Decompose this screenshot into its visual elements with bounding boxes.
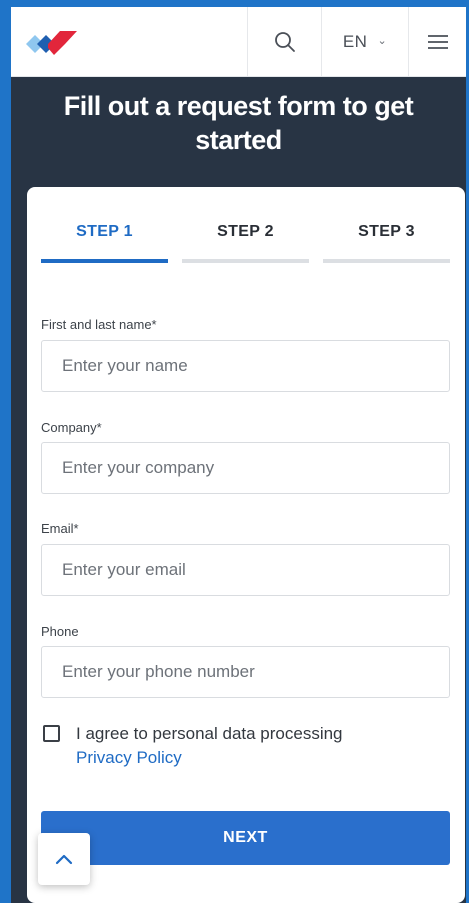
scroll-to-top-button[interactable] xyxy=(38,833,90,885)
name-label: First and last name* xyxy=(41,317,157,332)
language-selector[interactable]: EN ⌄ xyxy=(321,7,408,76)
menu-icon xyxy=(427,34,448,49)
tab-step-3[interactable]: STEP 3 xyxy=(323,223,450,263)
tab-step-3-label: STEP 3 xyxy=(358,223,415,240)
tab-step-1-indicator xyxy=(41,259,168,263)
chevron-down-icon: ⌄ xyxy=(377,35,388,47)
email-field[interactable] xyxy=(41,544,450,596)
chevron-up-icon xyxy=(55,854,73,865)
tab-step-2[interactable]: STEP 2 xyxy=(182,223,309,263)
phone-field[interactable] xyxy=(41,646,450,698)
phone-label: Phone xyxy=(41,624,79,639)
page-title: Fill out a request form to get started xyxy=(11,89,466,157)
page-title-line2: started xyxy=(195,125,282,155)
page-frame: EN ⌄ Fill out a request form to get star… xyxy=(11,7,466,903)
search-button[interactable] xyxy=(247,7,321,76)
tab-step-3-indicator xyxy=(323,259,450,263)
tab-step-1[interactable]: STEP 1 xyxy=(41,223,168,263)
step-tabs: STEP 1 STEP 2 STEP 3 xyxy=(41,223,451,263)
site-header: EN ⌄ xyxy=(11,7,466,77)
privacy-policy-link[interactable]: Privacy Policy xyxy=(76,746,182,770)
tab-step-2-label: STEP 2 xyxy=(217,223,274,240)
consent-checkbox[interactable] xyxy=(43,725,60,742)
request-form-card: STEP 1 STEP 2 STEP 3 First and last name… xyxy=(27,187,465,903)
page-title-line1: Fill out a request form to get xyxy=(63,91,414,121)
company-label: Company* xyxy=(41,420,102,435)
brand-logo-icon xyxy=(26,30,77,55)
company-field[interactable] xyxy=(41,442,450,494)
name-field[interactable] xyxy=(41,340,450,392)
brand-logo[interactable] xyxy=(11,7,247,76)
menu-button[interactable] xyxy=(408,7,466,76)
search-icon xyxy=(274,31,295,52)
next-button[interactable]: NEXT xyxy=(41,811,450,865)
email-label: Email* xyxy=(41,521,79,536)
tab-step-2-indicator xyxy=(182,259,309,263)
consent-text: I agree to personal data processing xyxy=(76,724,343,743)
tab-step-1-label: STEP 1 xyxy=(76,223,133,240)
language-label: EN xyxy=(342,31,368,51)
